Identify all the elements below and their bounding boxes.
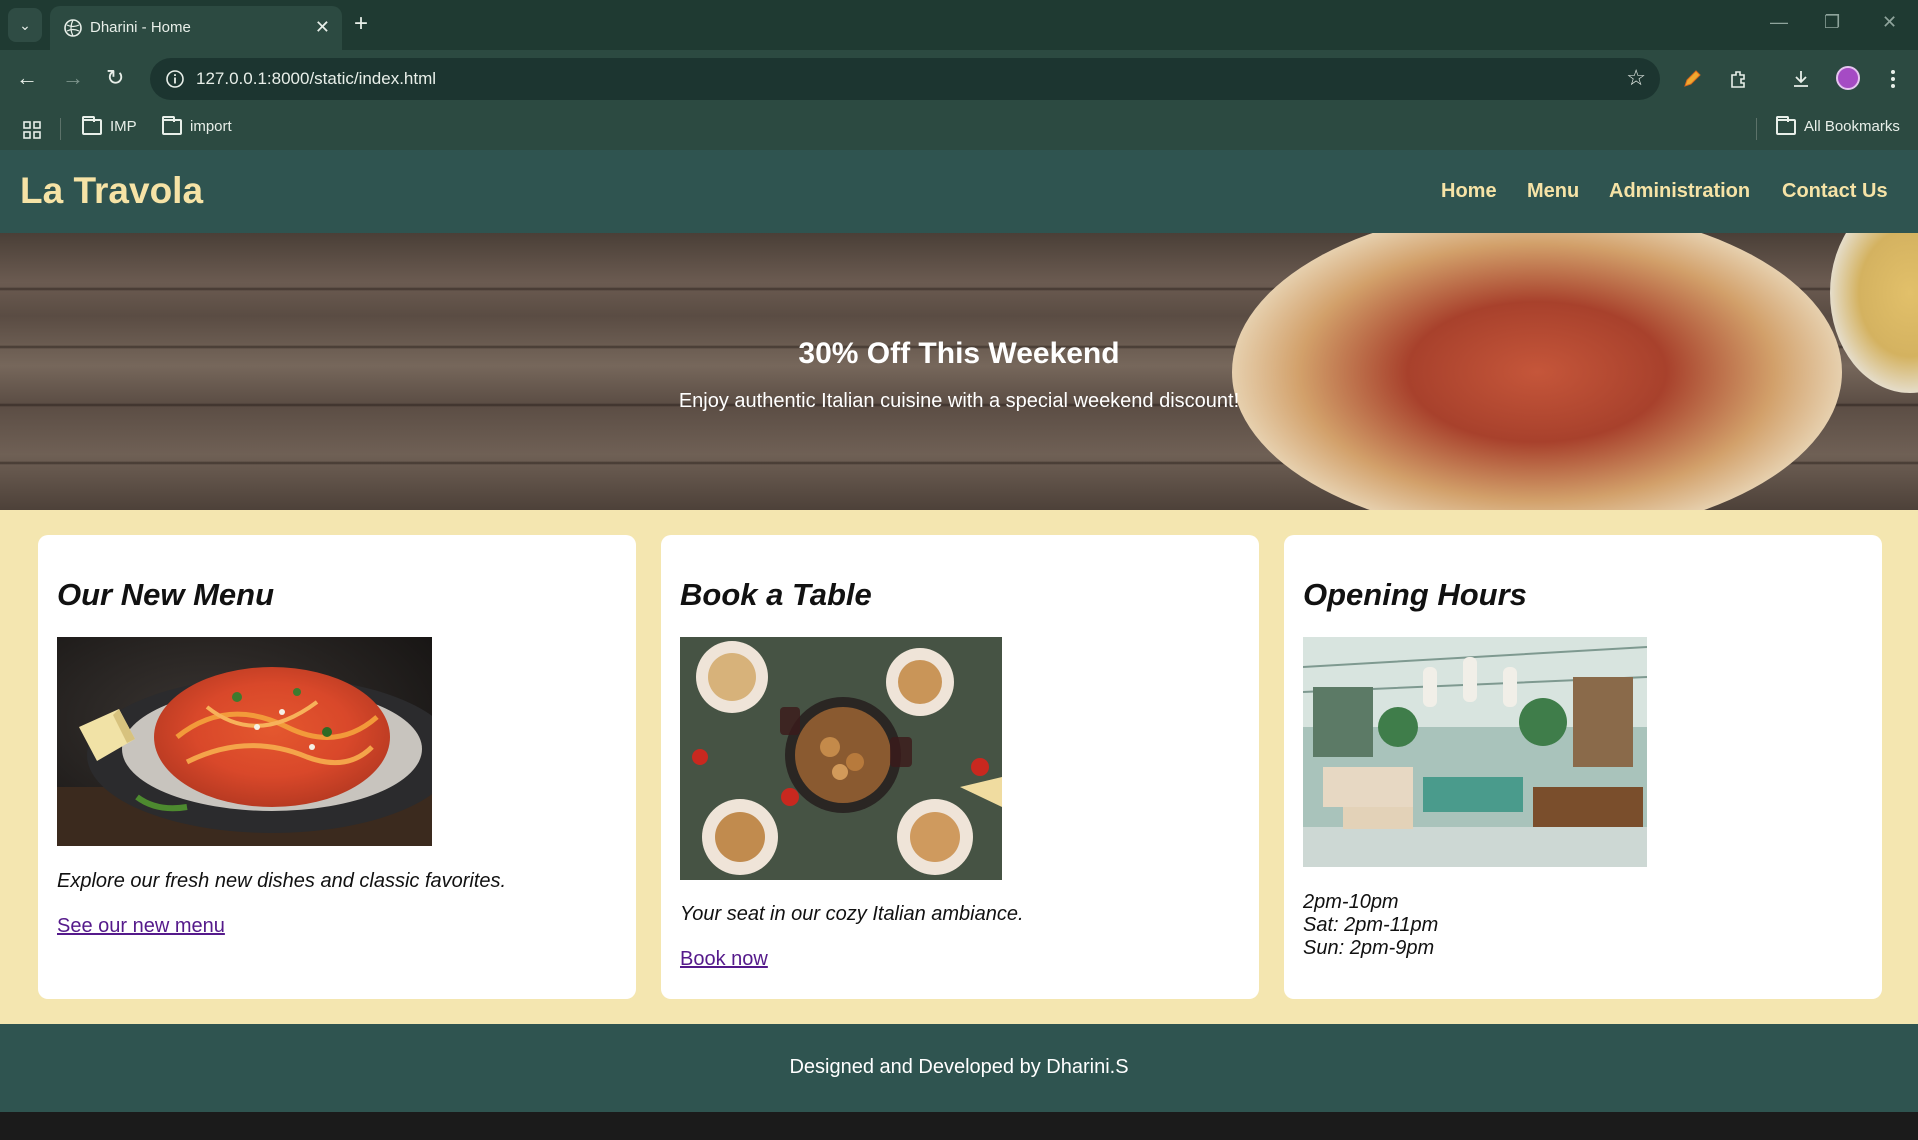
site-footer: Designed and Developed by Dharini.S bbox=[0, 1024, 1918, 1112]
url-text: 127.0.0.1:8000/static/index.html bbox=[196, 69, 437, 88]
browser-tab[interactable]: Dharini - Home ✕ bbox=[50, 6, 342, 50]
pasta-plate-image bbox=[1232, 233, 1842, 510]
hero-banner: 30% Off This Weekend Enjoy authentic Ita… bbox=[0, 233, 1918, 510]
apps-grid-icon[interactable] bbox=[22, 120, 42, 140]
card-description: Explore our fresh new dishes and classic… bbox=[57, 870, 507, 892]
card-book-table: Book a Table Your seat in our cozy Itali… bbox=[661, 535, 1259, 999]
forward-icon[interactable]: → bbox=[62, 66, 84, 90]
bookmark-label: IMP bbox=[110, 118, 137, 135]
see-new-menu-link[interactable]: See our new menu bbox=[57, 915, 225, 938]
bookmarks-bar: IMP import All Bookmarks bbox=[0, 108, 1918, 150]
tab-search-button[interactable]: ⌄ bbox=[8, 8, 42, 42]
window-close-icon[interactable]: ✕ bbox=[1882, 12, 1897, 32]
hero-subtitle: Enjoy authentic Italian cuisine with a s… bbox=[678, 390, 1240, 412]
web-page: La Travola Home Menu Administration Cont… bbox=[0, 150, 1918, 1112]
pencil-extension-icon[interactable] bbox=[1677, 64, 1707, 94]
close-tab-icon[interactable]: ✕ bbox=[315, 17, 330, 37]
card-title: Our New Menu bbox=[57, 577, 275, 612]
chevron-down-icon: ⌄ bbox=[19, 16, 31, 33]
tab-title: Dharini - Home bbox=[90, 19, 191, 36]
site-header: La Travola Home Menu Administration Cont… bbox=[0, 150, 1918, 233]
hero-title: 30% Off This Weekend bbox=[798, 337, 1120, 370]
card-opening-hours: Opening Hours 2pm-10pm Sat: 2pm-11pm Sun… bbox=[1284, 535, 1882, 999]
site-logo[interactable]: La Travola bbox=[20, 170, 203, 212]
card-new-menu: Our New Menu Explore our fresh new dishe… bbox=[38, 535, 636, 999]
bookmark-label: import bbox=[190, 118, 232, 135]
card-description: Your seat in our cozy Italian ambiance. bbox=[680, 903, 1024, 925]
footer-credit: Designed and Developed by Dharini.S bbox=[789, 1056, 1129, 1078]
back-icon[interactable]: ← bbox=[16, 66, 38, 90]
bookmarks-divider bbox=[60, 118, 61, 140]
opening-hours-list: 2pm-10pm Sat: 2pm-11pm Sun: 2pm-9pm bbox=[1303, 891, 1438, 960]
nav-administration[interactable]: Administration bbox=[1609, 180, 1750, 203]
hours-weekday: 2pm-10pm bbox=[1303, 891, 1399, 913]
profile-avatar[interactable] bbox=[1836, 66, 1860, 90]
restore-icon[interactable]: ❐ bbox=[1824, 12, 1840, 32]
extensions-icon[interactable] bbox=[1723, 64, 1753, 94]
nav-contact-us[interactable]: Contact Us bbox=[1782, 180, 1888, 203]
bookmark-folder-imp[interactable]: IMP bbox=[82, 115, 137, 135]
all-bookmarks-button[interactable]: All Bookmarks bbox=[1776, 115, 1900, 135]
restaurant-interior-image bbox=[1303, 637, 1647, 867]
bookmark-star-icon[interactable]: ☆ bbox=[1626, 66, 1646, 90]
book-now-link[interactable]: Book now bbox=[680, 948, 768, 971]
bookmark-folder-import[interactable]: import bbox=[162, 115, 232, 135]
hours-sunday: Sun: 2pm-9pm bbox=[1303, 937, 1435, 959]
download-icon[interactable] bbox=[1786, 64, 1816, 94]
browser-toolbar: ← → ↻ 127.0.0.1:8000/static/index.html ☆ bbox=[0, 50, 1918, 108]
bookmarks-divider bbox=[1756, 118, 1757, 140]
minimize-icon[interactable]: — bbox=[1770, 12, 1788, 32]
card-title: Book a Table bbox=[680, 577, 872, 612]
nav-menu[interactable]: Menu bbox=[1527, 180, 1579, 203]
dinner-table-image bbox=[680, 637, 1002, 880]
folder-icon bbox=[82, 115, 102, 135]
reload-icon[interactable]: ↻ bbox=[106, 66, 124, 90]
card-title: Opening Hours bbox=[1303, 577, 1527, 612]
browser-tab-strip: ⌄ Dharini - Home ✕ + — ❐ ✕ bbox=[0, 0, 1918, 50]
pasta-dish-image bbox=[57, 637, 432, 846]
more-menu-icon[interactable] bbox=[1878, 64, 1908, 94]
all-bookmarks-label: All Bookmarks bbox=[1804, 118, 1900, 135]
new-tab-icon[interactable]: + bbox=[354, 11, 368, 37]
site-info-icon[interactable] bbox=[164, 68, 186, 90]
address-bar[interactable]: 127.0.0.1:8000/static/index.html ☆ bbox=[150, 58, 1660, 100]
folder-icon bbox=[1776, 115, 1796, 135]
globe-icon bbox=[64, 19, 82, 37]
hours-saturday: Sat: 2pm-11pm bbox=[1303, 914, 1439, 936]
folder-icon bbox=[162, 115, 182, 135]
nav-home[interactable]: Home bbox=[1441, 180, 1497, 203]
